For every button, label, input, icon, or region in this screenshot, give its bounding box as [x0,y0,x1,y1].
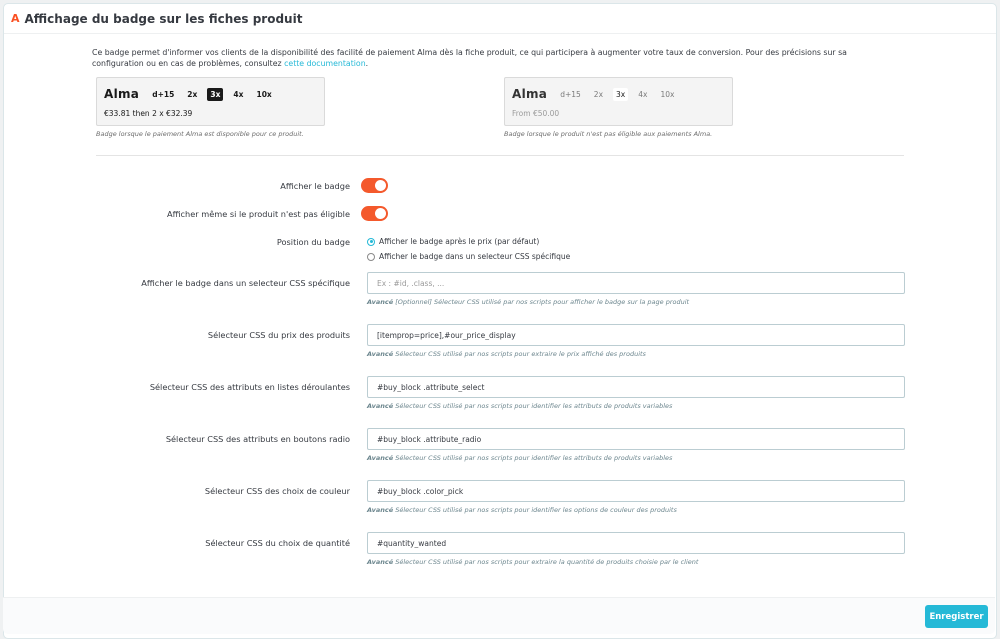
help-advanced-tag: Avancé [367,454,394,462]
field-label-css-container: Afficher le badge dans un selecteur CSS … [141,278,350,288]
help-text: [Optionnel] Sélecteur CSS utilisé par no… [393,298,690,306]
save-button[interactable]: Enregistrer [925,605,988,628]
field-help: Avancé Sélecteur CSS utilisé par nos scr… [367,558,698,566]
plan-10x: 10x [256,89,272,99]
field-help: Avancé Sélecteur CSS utilisé par nos scr… [367,454,672,462]
plan-3x-active: 3x [613,87,629,101]
position-option-css-selector[interactable]: Afficher le badge dans un selecteur CSS … [367,252,570,261]
alma-badge-logo: Alma [512,87,548,101]
plan-4x: 4x [233,89,244,99]
plan-2x: 2x [187,89,198,99]
help-advanced-tag: Avancé [367,506,394,514]
badge-preview-eligible: Alma d+15 2x 3x 4x 10x €33.81 then 2 x €… [96,77,325,126]
plan-4x: 4x [638,89,648,99]
help-advanced-tag: Avancé [367,350,394,358]
field-help: Avancé Sélecteur CSS utilisé par nos scr… [367,350,646,358]
panel-title: Affichage du badge sur les fiches produi… [24,11,303,26]
field-label-quantity: Sélecteur CSS du choix de quantité [205,538,350,548]
quantity-selector-input[interactable] [367,532,905,554]
radio-unchecked-icon[interactable] [367,252,375,261]
field-help: Avancé Sélecteur CSS utilisé par nos scr… [367,506,677,514]
attribute-radio-input[interactable] [367,428,905,450]
badge-not-eligible-caption: Badge lorsque le produit n'est pas éligi… [504,130,713,138]
field-label-attribute-select: Sélecteur CSS des attributs en listes dé… [149,382,350,392]
badge-installment-text: €33.81 then 2 x €32.39 [104,109,193,118]
field-label-color-pick: Sélecteur CSS des choix de couleur [204,486,350,496]
toggle-knob [375,208,386,219]
field-help: Avancé Sélecteur CSS utilisé par nos scr… [367,402,672,410]
position-option-label: Afficher le badge dans un selecteur CSS … [379,252,571,261]
badge-position-label: Position du badge [276,237,350,247]
badge-plans-row: Alma d+15 2x 3x 4x 10x [104,87,282,101]
help-advanced-tag: Avancé [367,298,394,306]
badge-plans-row: Alma d+15 2x 3x 4x 10x [512,87,684,101]
alma-logo-icon: A [11,12,20,25]
price-selector-input[interactable] [367,324,905,346]
radio-checked-icon[interactable] [367,237,375,246]
help-advanced-tag: Avancé [367,402,394,410]
field-help: Avancé [Optionnel] Sélecteur CSS utilisé… [367,298,689,306]
help-text: Sélecteur CSS utilisé par nos scripts po… [393,558,699,566]
plan-d15: d+15 [152,89,175,99]
color-pick-input[interactable] [367,480,905,502]
field-label-attribute-radio: Sélecteur CSS des attributs en boutons r… [165,434,350,444]
divider [96,155,904,156]
help-text: Sélecteur CSS utilisé par nos scripts po… [393,506,677,514]
help-text: Sélecteur CSS utilisé par nos scripts po… [393,402,673,410]
panel-footer: Enregistrer [3,597,995,634]
attribute-select-input[interactable] [367,376,905,398]
intro-body: Ce badge permet d'informer vos clients d… [92,48,847,68]
intro-suffix: . [365,59,369,68]
alma-badge-logo: Alma [104,87,140,101]
position-option-label: Afficher le badge après le prix (par déf… [379,237,540,246]
badge-preview-not-eligible: Alma d+15 2x 3x 4x 10x From €50.00 [504,77,733,126]
documentation-link[interactable]: cette documentation [284,59,366,68]
panel-heading: A Affichage du badge sur les fiches prod… [4,4,996,34]
badge-min-amount-text: From €50.00 [512,109,560,118]
plan-2x: 2x [593,89,604,99]
field-label-price-selector: Sélecteur CSS du prix des produits [207,330,350,340]
plan-d15: d+15 [560,89,581,99]
intro-text: Ce badge permet d'informer vos clients d… [92,47,900,69]
show-ineligible-toggle[interactable] [361,206,388,221]
position-option-after-price[interactable]: Afficher le badge après le prix (par déf… [367,237,539,246]
badge-eligible-caption: Badge lorsque le paiement Alma est dispo… [96,130,304,138]
plan-3x-active: 3x [207,87,224,101]
show-badge-label: Afficher le badge [280,181,350,191]
show-ineligible-label: Afficher même si le produit n'est pas él… [167,209,350,219]
help-advanced-tag: Avancé [367,558,394,566]
toggle-knob [375,180,386,191]
show-badge-toggle[interactable] [361,178,388,193]
css-container-input[interactable] [367,272,905,294]
help-text: Sélecteur CSS utilisé par nos scripts po… [393,454,673,462]
plan-10x: 10x [660,89,675,99]
help-text: Sélecteur CSS utilisé par nos scripts po… [393,350,646,358]
